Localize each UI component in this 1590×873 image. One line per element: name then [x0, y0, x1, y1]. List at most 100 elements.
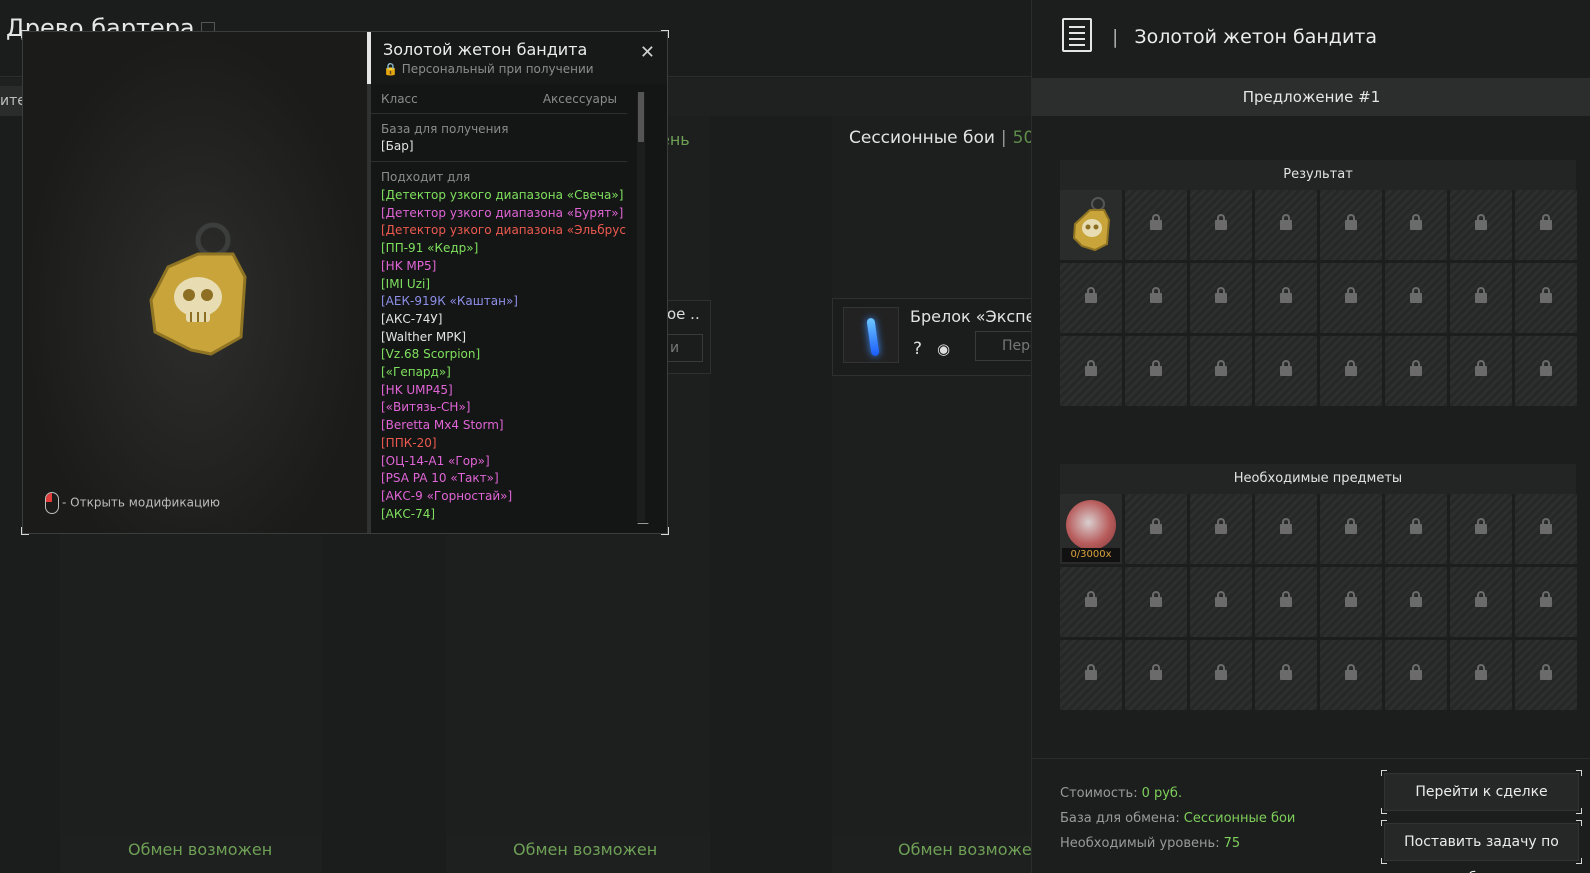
locked-slot[interactable]	[1450, 640, 1512, 710]
lock-icon	[1280, 360, 1292, 376]
lock-icon	[1345, 664, 1357, 680]
go-to-deal-button[interactable]: Перейти к сделке	[1381, 770, 1582, 814]
locked-slot[interactable]	[1515, 263, 1577, 333]
locked-slot[interactable]	[1125, 190, 1187, 260]
locked-slot[interactable]	[1060, 567, 1122, 637]
locked-slot[interactable]	[1450, 336, 1512, 406]
locked-slot[interactable]	[1255, 640, 1317, 710]
locked-slot[interactable]	[1385, 567, 1447, 637]
item-tooltip: - Открыть модификацию Золотой жетон банд…	[21, 30, 669, 535]
locked-slot[interactable]	[1190, 190, 1252, 260]
locked-slot[interactable]	[1385, 494, 1447, 564]
lock-icon	[1410, 664, 1422, 680]
eye-icon[interactable]: ◉	[937, 340, 950, 358]
lock-icon	[1540, 287, 1552, 303]
locked-slot[interactable]	[1385, 640, 1447, 710]
lock-icon: 🔒	[383, 62, 398, 76]
offer-tab[interactable]: Предложение #1	[1032, 78, 1590, 116]
locked-slot[interactable]	[1125, 494, 1187, 564]
locked-slot[interactable]	[1190, 336, 1252, 406]
locked-slot[interactable]	[1190, 263, 1252, 333]
locked-slot[interactable]	[1515, 494, 1577, 564]
locked-slot[interactable]	[1060, 336, 1122, 406]
locked-slot[interactable]	[1450, 263, 1512, 333]
level-row: Необходимый уровень: 75	[1060, 836, 1241, 851]
scrollbar-thumb[interactable]	[638, 92, 644, 142]
locked-slot[interactable]	[1385, 263, 1447, 333]
lock-icon	[1540, 360, 1552, 376]
compat-item: [HK UMP45]	[381, 382, 453, 397]
locked-slot[interactable]	[1255, 336, 1317, 406]
locked-slot[interactable]	[1320, 190, 1382, 260]
locked-slot[interactable]	[1450, 190, 1512, 260]
scrollbar[interactable]	[637, 92, 645, 522]
lock-icon	[1085, 664, 1097, 680]
lock-icon	[1215, 591, 1227, 607]
locked-slot[interactable]	[1320, 640, 1382, 710]
tooltip-body[interactable]: Класс Аксессуары База для получения [Бар]…	[367, 84, 627, 533]
locked-slot[interactable]	[1125, 567, 1187, 637]
lock-icon	[1345, 360, 1357, 376]
tooltip-header: Золотой жетон бандита 🔒 Персональный при…	[367, 32, 667, 84]
tooltip-title: Золотой жетон бандита	[383, 40, 588, 59]
lock-icon	[1410, 591, 1422, 607]
panel-header: | Золотой жетон бандита	[1032, 0, 1590, 76]
locked-slot[interactable]	[1255, 567, 1317, 637]
locked-slot[interactable]	[1255, 190, 1317, 260]
locked-slot[interactable]	[1385, 190, 1447, 260]
locked-slot[interactable]	[1190, 494, 1252, 564]
required-slot-roubles[interactable]: 0/3000x	[1060, 494, 1122, 564]
locked-slot[interactable]	[1450, 494, 1512, 564]
locked-slot[interactable]	[1385, 336, 1447, 406]
exchange-available-label: Обмен возможен	[128, 840, 273, 859]
rouble-chip-image	[1066, 500, 1116, 550]
barter-card-partial[interactable]: ое .. и	[666, 300, 711, 374]
locked-slot[interactable]	[1320, 567, 1382, 637]
locked-slot[interactable]	[1125, 263, 1187, 333]
lock-icon	[1215, 287, 1227, 303]
exchange-available-label: Обмен возможен	[513, 840, 658, 859]
lock-icon	[1085, 360, 1097, 376]
locked-slot[interactable]	[1060, 263, 1122, 333]
item-preview[interactable]: - Открыть модификацию	[23, 32, 367, 533]
compat-item: [Walther MPK]	[381, 329, 467, 344]
locked-slot[interactable]	[1515, 336, 1577, 406]
lock-icon	[1475, 518, 1487, 534]
lock-icon	[1540, 664, 1552, 680]
lock-icon	[1085, 287, 1097, 303]
barter-card-keychain[interactable]: Брелок «Экспери ? ◉ Пере	[832, 298, 1056, 376]
locked-slot[interactable]	[1190, 567, 1252, 637]
open-mod-hint: - Открыть модификацию	[45, 492, 220, 514]
locked-slot[interactable]	[1515, 640, 1577, 710]
locked-slot[interactable]	[1125, 640, 1187, 710]
card-button[interactable]: Пере	[975, 331, 1037, 361]
result-title: Результат	[1060, 160, 1576, 190]
item-info: Золотой жетон бандита 🔒 Персональный при…	[367, 32, 667, 533]
locked-slot[interactable]	[1450, 567, 1512, 637]
glowstick-image	[866, 317, 880, 357]
compat-item: [ППК-20]	[381, 435, 437, 450]
locked-slot[interactable]	[1190, 640, 1252, 710]
locked-slot[interactable]	[1060, 640, 1122, 710]
locked-slot[interactable]	[1320, 336, 1382, 406]
locked-slot[interactable]	[1255, 263, 1317, 333]
locked-slot[interactable]	[1255, 494, 1317, 564]
lock-icon	[1280, 518, 1292, 534]
question-icon[interactable]: ?	[913, 339, 922, 359]
set-collection-task-button[interactable]: Поставить задачу по сбору	[1381, 820, 1582, 873]
locked-slot[interactable]	[1320, 494, 1382, 564]
locked-slot[interactable]	[1515, 567, 1577, 637]
locked-slot[interactable]	[1320, 263, 1382, 333]
close-icon[interactable]: ✕	[640, 42, 655, 63]
result-slot-token[interactable]	[1060, 190, 1122, 260]
locked-slot[interactable]	[1125, 336, 1187, 406]
required-title: Необходимые предметы	[1060, 464, 1576, 494]
lock-icon	[1280, 214, 1292, 230]
compat-item: [АКС-74У]	[381, 311, 443, 326]
lock-icon	[1475, 360, 1487, 376]
card-button[interactable]: и	[667, 334, 703, 362]
compat-item: [Детектор узкого диапазона «Свеча»]	[381, 188, 624, 202]
lock-icon	[1150, 287, 1162, 303]
locked-slot[interactable]	[1515, 190, 1577, 260]
lock-icon	[1085, 591, 1097, 607]
